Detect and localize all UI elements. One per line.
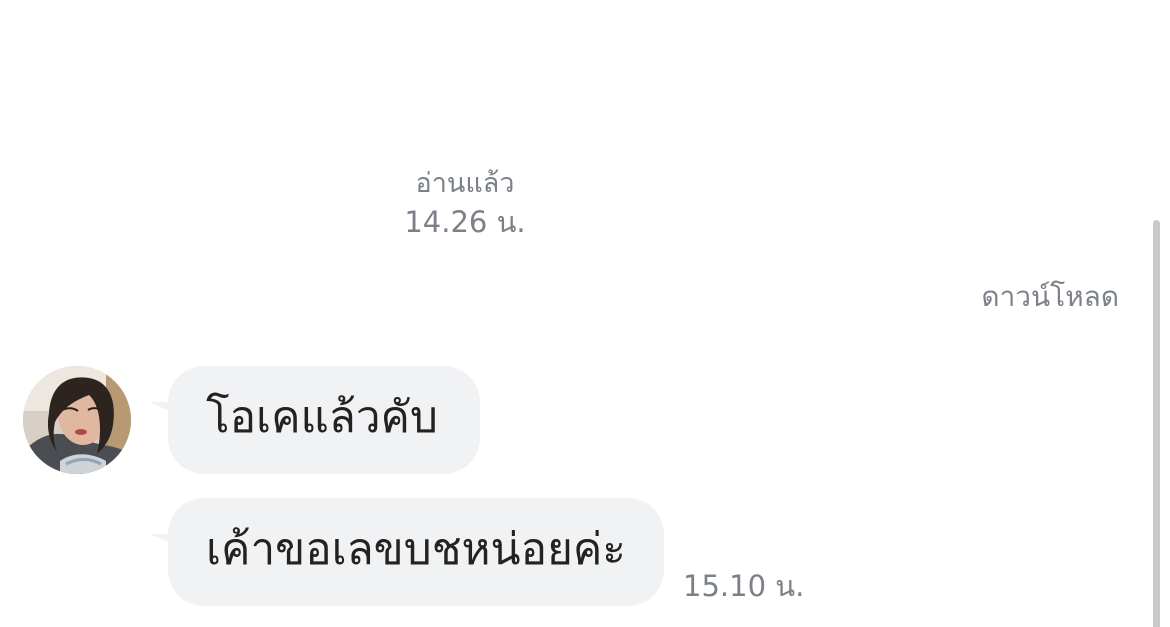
message-text: เค้าขอเลขบชหน่อยค่ะ bbox=[206, 524, 626, 575]
vertical-scrollbar[interactable] bbox=[1153, 220, 1160, 627]
read-label: อ่านแล้ว bbox=[415, 168, 515, 199]
read-time: 14.26 น. bbox=[404, 205, 526, 239]
download-link[interactable]: ดาวน์โหลด bbox=[981, 283, 1119, 311]
avatar-photo-icon bbox=[23, 366, 131, 474]
message-text: โอเคแล้วคับ bbox=[206, 392, 438, 443]
avatar[interactable] bbox=[23, 366, 131, 474]
message-timestamp: 15.10 น. bbox=[683, 569, 805, 603]
incoming-message-bubble[interactable]: เค้าขอเลขบชหน่อยค่ะ bbox=[150, 498, 664, 606]
incoming-message-bubble[interactable]: โอเคแล้วคับ bbox=[150, 366, 480, 474]
read-receipt: อ่านแล้ว 14.26 น. bbox=[400, 170, 530, 237]
chat-view: อ่านแล้ว 14.26 น. ดาวน์โหลด โอเคแล้วคับ … bbox=[0, 0, 1170, 627]
